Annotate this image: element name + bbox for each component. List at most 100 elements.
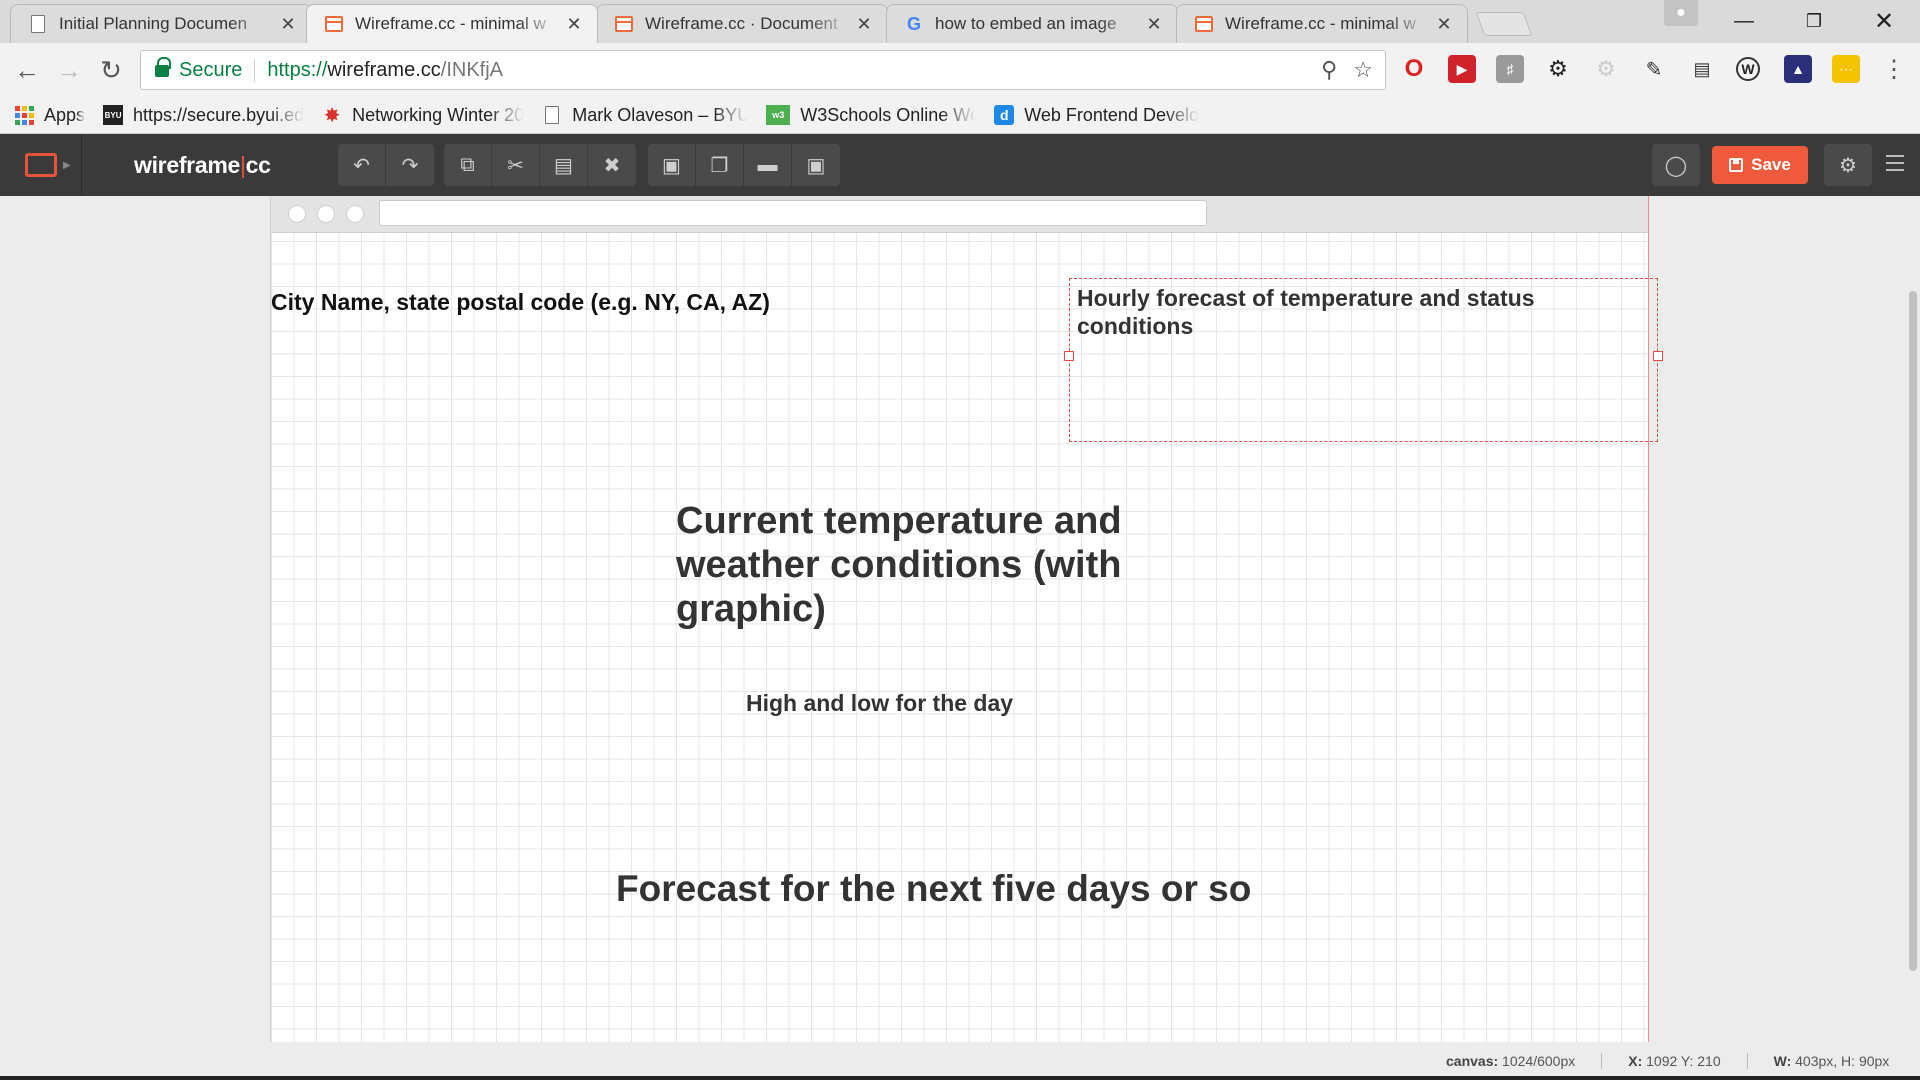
app-toolbar: ▶ wireframe|cc ↶ ↷ ⧉ ✂ ▤ ✖ ▣ ❐ ▬ ▣ ◯ Sav… bbox=[0, 134, 1920, 196]
extension-blue-icon[interactable]: ▲ bbox=[1784, 55, 1812, 83]
canvas-value: 1024/600px bbox=[1502, 1053, 1576, 1069]
window-close-icon[interactable]: ✕ bbox=[1852, 0, 1916, 42]
bookmark-label: Apps bbox=[44, 104, 86, 125]
profile-icon[interactable]: ● bbox=[1664, 0, 1698, 26]
eyedropper-icon[interactable]: ✎ bbox=[1640, 55, 1668, 83]
bookmark-label: W3Schools Online We bbox=[800, 104, 977, 125]
taskbar-edge bbox=[0, 1076, 1920, 1080]
close-icon[interactable]: ✕ bbox=[565, 14, 583, 35]
element-size-readout: W: 403px, H: 90px bbox=[1748, 1053, 1890, 1069]
extension-gray-icon[interactable]: ♯ bbox=[1496, 55, 1524, 83]
bookmark-label: Mark Olaveson – BYU- bbox=[572, 104, 749, 125]
hamburger-menu-icon[interactable] bbox=[1886, 155, 1904, 176]
gear-icon[interactable]: ⚙ bbox=[1544, 55, 1572, 83]
close-icon[interactable]: ✕ bbox=[855, 14, 873, 35]
bookmark-networking[interactable]: ✸ Networking Winter 20 bbox=[322, 104, 525, 127]
chrome-menu-icon[interactable]: ⋮ bbox=[1880, 55, 1908, 83]
floppy-disk-icon bbox=[1729, 158, 1744, 172]
bookmark-label: Networking Winter 20 bbox=[352, 104, 525, 125]
browser-toolbar: ← → ↻ Secure https:// wireframe.cc /INKf… bbox=[0, 43, 1920, 97]
mock-browser-chrome bbox=[271, 196, 1648, 233]
lock-element-icon[interactable]: ▣ bbox=[648, 144, 696, 186]
tab-title: Wireframe.cc · Document bbox=[645, 14, 838, 33]
minimize-icon[interactable]: — bbox=[1712, 0, 1776, 42]
comment-icon[interactable]: ◯ bbox=[1652, 144, 1700, 186]
bookmark-web-frontend[interactable]: d Web Frontend Develo bbox=[994, 105, 1199, 126]
coords-value: 1092 Y: 210 bbox=[1646, 1053, 1721, 1069]
mock-window-dot bbox=[317, 205, 335, 223]
bookmarks-bar: Apps BYU https://secure.byui.ed ✸ Networ… bbox=[0, 97, 1920, 134]
high-low-text[interactable]: High and low for the day bbox=[746, 690, 1146, 717]
bookmark-label: https://secure.byui.ed bbox=[133, 104, 305, 125]
bookmark-w3schools[interactable]: w3 W3Schools Online We bbox=[766, 105, 976, 126]
paste-icon[interactable]: ▤ bbox=[540, 144, 588, 186]
secure-label: Secure bbox=[179, 58, 256, 82]
star-icon[interactable]: ☆ bbox=[1353, 57, 1373, 83]
selection-box[interactable] bbox=[1069, 278, 1658, 442]
caret-right-icon: ▶ bbox=[63, 159, 71, 171]
bookmark-label: Web Frontend Develo bbox=[1024, 104, 1199, 125]
restore-icon[interactable]: ❐ bbox=[1782, 0, 1846, 42]
logo-suffix: cc bbox=[245, 152, 271, 178]
app-logo: wireframe|cc bbox=[134, 152, 271, 179]
back-icon[interactable]: ← bbox=[10, 53, 44, 87]
resize-handle-right[interactable] bbox=[1653, 351, 1663, 361]
bring-front-icon[interactable]: ❐ bbox=[696, 144, 744, 186]
bookmark-apps[interactable]: Apps bbox=[14, 105, 85, 126]
cut-icon[interactable]: ✂ bbox=[492, 144, 540, 186]
redo-icon[interactable]: ↷ bbox=[386, 144, 434, 186]
forward-icon[interactable]: → bbox=[52, 53, 86, 87]
vertical-scrollbar[interactable] bbox=[1909, 291, 1917, 971]
wireframe-icon bbox=[1195, 15, 1213, 33]
five-day-forecast-text[interactable]: Forecast for the next five days or so bbox=[616, 868, 1416, 910]
settings-gears-icon[interactable]: ⚙ bbox=[1824, 144, 1872, 186]
tab-wireframe-2[interactable]: Wireframe.cc - minimal w ✕ bbox=[1176, 4, 1468, 43]
group-icon[interactable]: ▣ bbox=[792, 144, 840, 186]
tab-title: Wireframe.cc - minimal w bbox=[1225, 14, 1416, 33]
lock-icon bbox=[155, 57, 171, 77]
mock-address-bar bbox=[379, 200, 1207, 226]
save-button[interactable]: Save bbox=[1712, 146, 1808, 184]
bookmark-byui[interactable]: BYU https://secure.byui.ed bbox=[103, 105, 304, 126]
wordpress-icon[interactable]: W bbox=[1736, 57, 1760, 81]
tab-initial-planning[interactable]: Initial Planning Documen ✕ bbox=[10, 4, 312, 43]
ruler-icon[interactable]: ▤ bbox=[1688, 55, 1716, 83]
comment-button-group: ◯ bbox=[1652, 144, 1700, 186]
close-icon[interactable]: ✕ bbox=[1435, 14, 1453, 35]
tab-title: Wireframe.cc - minimal w bbox=[355, 14, 546, 33]
arrange-button-group: ▣ ❐ ▬ ▣ bbox=[648, 144, 840, 186]
city-name-text[interactable]: City Name, state postal code (e.g. NY, C… bbox=[271, 288, 791, 316]
tab-wireframe-active[interactable]: Wireframe.cc - minimal w ✕ bbox=[306, 4, 598, 43]
tab-wireframe-document[interactable]: Wireframe.cc · Document ✕ bbox=[596, 4, 888, 43]
undo-icon[interactable]: ↶ bbox=[338, 144, 386, 186]
save-label: Save bbox=[1751, 155, 1791, 174]
close-icon[interactable]: ✕ bbox=[1145, 14, 1163, 35]
apps-icon bbox=[14, 105, 34, 125]
resize-handle-left[interactable] bbox=[1064, 351, 1074, 361]
extension-yellow-icon[interactable]: ⋯ bbox=[1832, 55, 1860, 83]
extension-red-icon[interactable]: ▶ bbox=[1448, 55, 1476, 83]
close-icon[interactable]: ✕ bbox=[279, 14, 297, 35]
delete-icon[interactable]: ✖ bbox=[588, 144, 636, 186]
url-host: wireframe.cc bbox=[327, 58, 441, 81]
align-icon[interactable]: ▬ bbox=[744, 144, 792, 186]
new-tab-button[interactable] bbox=[1475, 12, 1533, 36]
main-menu-button[interactable]: ▶ bbox=[0, 134, 82, 196]
settings-button-group: ⚙ bbox=[1824, 144, 1872, 186]
tab-google-search[interactable]: G how to embed an image ✕ bbox=[886, 4, 1178, 43]
reload-icon[interactable]: ↻ bbox=[94, 53, 128, 87]
canvas-label: canvas: bbox=[1446, 1053, 1499, 1069]
tab-title: how to embed an image bbox=[935, 14, 1117, 33]
copy-icon[interactable]: ⧉ bbox=[444, 144, 492, 186]
size-label: W: bbox=[1773, 1053, 1792, 1069]
zoom-icon[interactable]: ⚲ bbox=[1321, 57, 1337, 83]
opera-icon[interactable]: O bbox=[1400, 55, 1428, 83]
address-bar[interactable]: Secure https:// wireframe.cc /INKfjA ⚲ ☆ bbox=[140, 50, 1386, 90]
clipboard-button-group: ⧉ ✂ ▤ ✖ bbox=[444, 144, 636, 186]
mock-window-dot bbox=[288, 205, 306, 223]
bookmark-mark-olaveson[interactable]: Mark Olaveson – BYU- bbox=[542, 105, 748, 126]
current-conditions-text[interactable]: Current temperature and weather conditio… bbox=[676, 499, 1156, 631]
browser-frame-icon bbox=[25, 153, 57, 177]
network-icon: ✸ bbox=[323, 104, 341, 127]
gear-disabled-icon[interactable]: ⚙ bbox=[1592, 55, 1620, 83]
